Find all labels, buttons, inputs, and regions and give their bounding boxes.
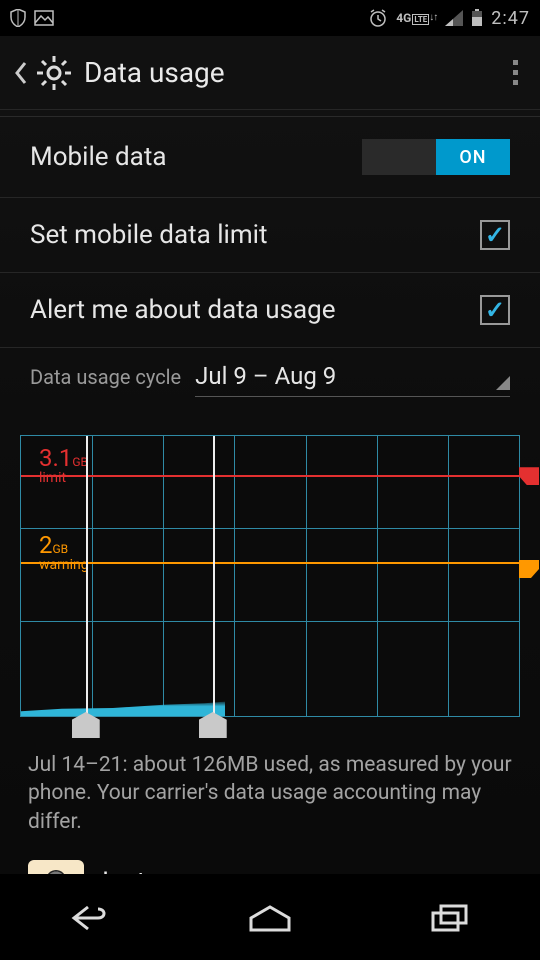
spinner-indicator-icon	[496, 376, 510, 390]
row-cycle: Data usage cycle Jul 9 – Aug 9	[0, 348, 540, 411]
check-icon: ✓	[485, 221, 505, 249]
warning-threshold[interactable]	[21, 562, 529, 564]
content: Mobile data ON Set mobile data limit ✓ A…	[0, 110, 540, 874]
mobile-data-toggle[interactable]: ON	[362, 139, 510, 175]
row-mobile-data[interactable]: Mobile data ON	[0, 116, 540, 198]
status-right: 4GLTE ↓↑ 2:47	[368, 8, 530, 29]
set-limit-checkbox[interactable]: ✓	[480, 220, 510, 250]
toggle-off-half	[362, 139, 436, 175]
nav-home-button[interactable]	[225, 893, 315, 943]
alert-checkbox[interactable]: ✓	[480, 295, 510, 325]
signal-icon	[445, 10, 463, 26]
alarm-icon	[368, 8, 388, 28]
row-alert[interactable]: Alert me about data usage ✓	[0, 273, 540, 348]
limit-threshold[interactable]	[21, 475, 529, 477]
screen: 4GLTE ↓↑ 2:47 Data usage Mobile data	[0, 0, 540, 960]
cycle-label: Data usage cycle	[30, 365, 181, 389]
row-set-limit[interactable]: Set mobile data limit ✓	[0, 198, 540, 273]
navigation-bar	[0, 874, 540, 960]
warning-drag-handle-icon[interactable]	[519, 560, 539, 578]
status-clock: 2:47	[491, 8, 530, 29]
toggle-on-half: ON	[436, 139, 510, 175]
nav-back-button[interactable]	[45, 893, 135, 943]
overflow-menu-button[interactable]	[505, 54, 526, 91]
data-usage-chart[interactable]: 3.1GB limit 2GB warning	[20, 435, 520, 717]
picture-icon	[34, 10, 54, 26]
chart-container: 3.1GB limit 2GB warning	[0, 411, 540, 725]
page-title: Data usage	[84, 56, 505, 89]
selection-start-line[interactable]	[86, 436, 88, 716]
status-left	[10, 9, 54, 27]
selection-end-line[interactable]	[213, 436, 215, 716]
battery-icon	[471, 9, 483, 27]
alert-label: Alert me about data usage	[30, 295, 336, 325]
set-limit-label: Set mobile data limit	[30, 220, 267, 250]
limit-threshold-label: 3.1GB limit	[39, 444, 88, 486]
cycle-spinner[interactable]: Jul 9 – Aug 9	[195, 358, 510, 397]
nav-recent-button[interactable]	[405, 893, 495, 943]
back-icon[interactable]	[14, 61, 28, 85]
status-bar: 4GLTE ↓↑ 2:47	[0, 0, 540, 36]
usage-area	[21, 700, 225, 716]
settings-gear-icon[interactable]	[34, 53, 74, 93]
warning-threshold-label: 2GB warning	[39, 531, 89, 573]
app-list-item[interactable]: Instagram 22.58MB	[0, 850, 540, 874]
instagram-app-icon	[28, 860, 84, 874]
check-icon: ✓	[485, 296, 505, 324]
usage-summary: Jul 14–21: about 126MB used, as measured…	[0, 725, 540, 850]
mobile-data-label: Mobile data	[30, 142, 166, 172]
app-header: Data usage	[0, 36, 540, 110]
app-name: Instagram	[102, 867, 219, 874]
limit-drag-handle-icon[interactable]	[519, 467, 539, 485]
shield-icon	[10, 9, 26, 27]
cycle-value: Jul 9 – Aug 9	[195, 362, 336, 390]
network-4glte-icon: 4GLTE ↓↑	[396, 12, 437, 24]
